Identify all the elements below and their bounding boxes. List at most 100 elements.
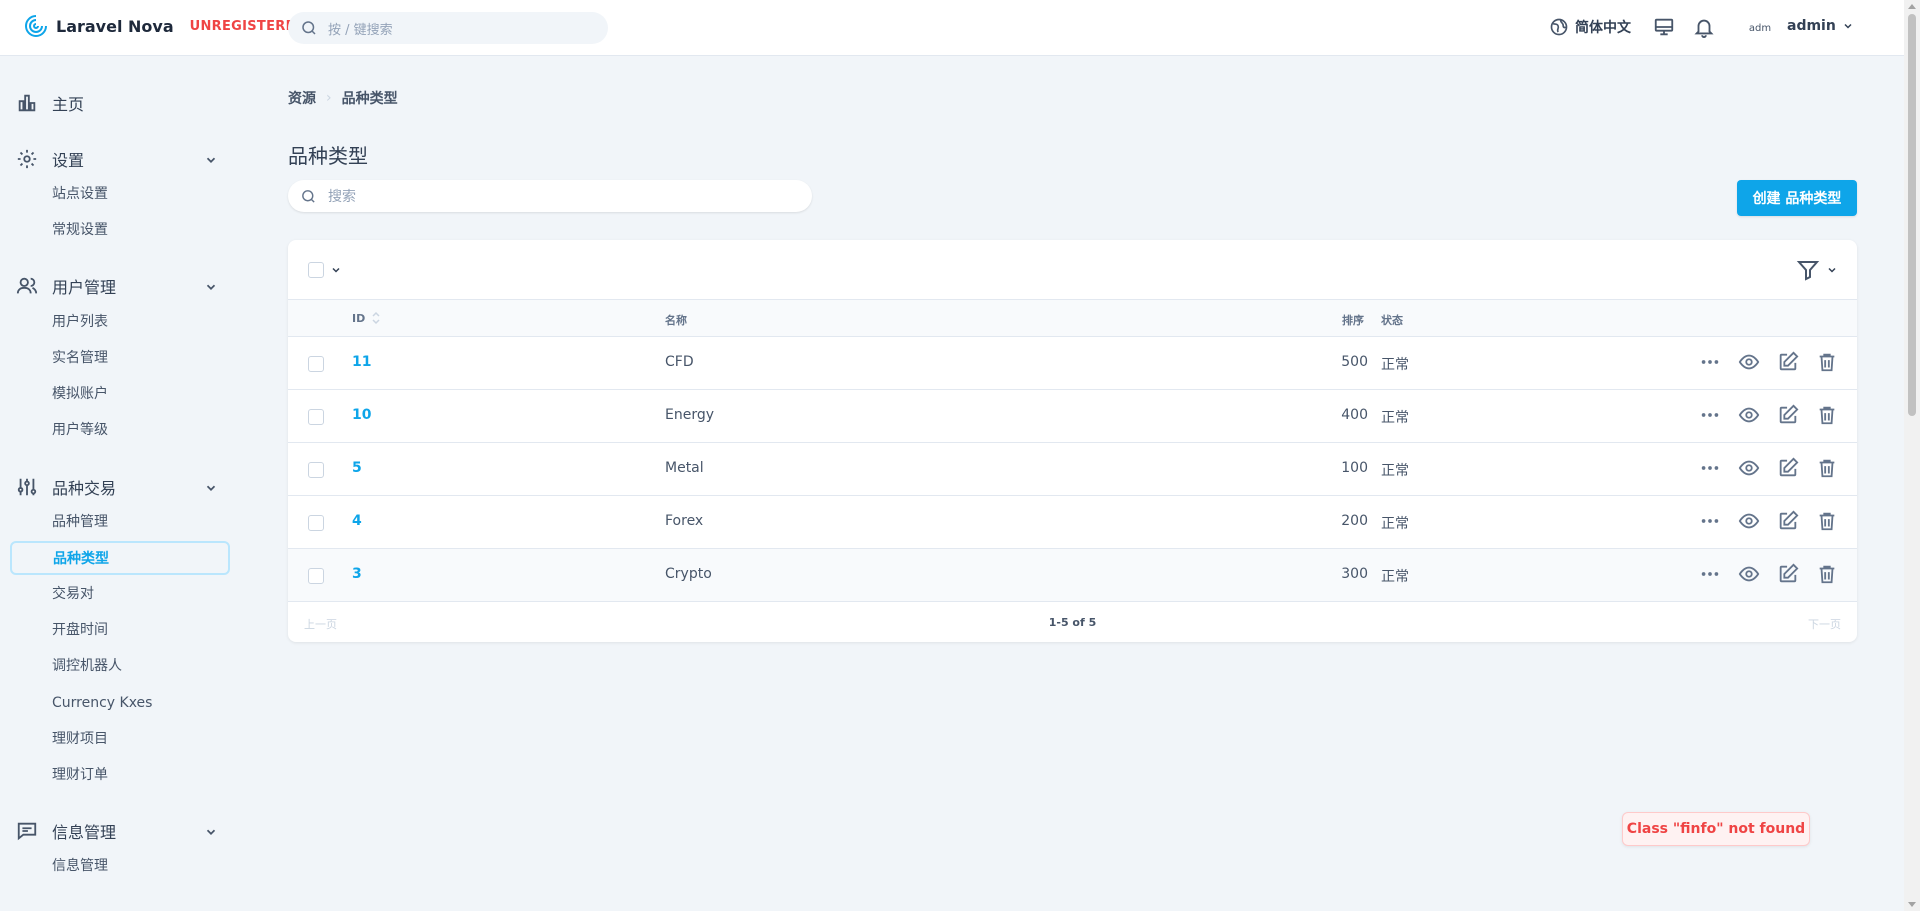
trash-icon[interactable] [1816,457,1838,479]
sidebar-item-demo-accounts[interactable]: 模拟账户 [52,384,108,404]
row-sort: 100 [1341,460,1368,476]
sidebar-item-finance-projects[interactable]: 理财项目 [52,729,108,749]
sidebar-group-messages[interactable]: 信息管理 [0,817,240,845]
row-id-link[interactable]: 4 [352,513,362,529]
users-icon [16,277,38,294]
select-all-checkbox[interactable] [308,262,324,278]
edit-icon[interactable] [1777,404,1799,426]
brand[interactable]: Laravel Nova UNREGISTERED [24,14,306,38]
sidebar-item-symbols[interactable]: 品种管理 [52,512,108,532]
trash-icon[interactable] [1816,563,1838,585]
chevron-down-icon[interactable] [330,264,342,276]
chevron-down-icon [206,485,216,491]
gear-icon [17,149,37,169]
next-page-button[interactable]: 下一页 [1808,616,1841,632]
resource-search-input[interactable]: 搜索 [288,180,812,212]
filter-icon[interactable] [1796,258,1820,282]
sidebar-item-symbol-types[interactable]: 品种类型 [10,541,230,575]
desktop-icon[interactable] [1653,16,1675,38]
row-name: Energy [665,407,715,423]
sidebar-item-messages[interactable]: 信息管理 [52,856,108,876]
sidebar-item-general-settings[interactable]: 常规设置 [52,220,108,240]
bell-icon[interactable] [1693,16,1715,38]
scrollbar-thumb[interactable] [1908,14,1916,416]
eye-icon[interactable] [1738,563,1760,585]
table-row: 11 CFD 500 正常 [288,337,1857,390]
chevron-down-icon[interactable] [1826,264,1838,276]
more-icon[interactable] [1699,457,1721,479]
sort-icon[interactable] [370,310,382,326]
avatar[interactable]: adm [1744,12,1776,44]
row-status: 正常 [1381,410,1409,426]
row-id-link[interactable]: 3 [352,566,362,582]
sidebar-item-user-levels[interactable]: 用户等级 [52,420,108,440]
sidebar-item-robots[interactable]: 调控机器人 [52,656,122,676]
row-status: 正常 [1381,357,1409,373]
sidebar-item-site-settings[interactable]: 站点设置 [52,184,108,204]
sidebar-group-settings[interactable]: 设置 [0,145,240,173]
sidebar-item-realname[interactable]: 实名管理 [52,348,108,368]
table-row: 5 Metal 100 正常 [288,443,1857,496]
breadcrumb-current: 品种类型 [341,91,398,107]
sidebar-item-pairs[interactable]: 交易对 [52,584,94,604]
edit-icon[interactable] [1777,563,1799,585]
row-status: 正常 [1381,569,1409,585]
globe-icon [1550,18,1568,36]
row-id-link[interactable]: 10 [352,407,371,423]
sidebar-group-home[interactable]: 主页 [0,89,240,117]
row-id-link[interactable]: 5 [352,460,362,476]
edit-icon[interactable] [1777,457,1799,479]
row-checkbox[interactable] [308,568,324,584]
sidebar-group-users[interactable]: 用户管理 [0,272,240,300]
eye-icon[interactable] [1738,351,1760,373]
user-menu[interactable]: admin [1787,18,1854,34]
eye-icon[interactable] [1738,510,1760,532]
more-icon[interactable] [1699,351,1721,373]
brand-name: Laravel Nova [56,16,174,36]
row-checkbox[interactable] [308,409,324,425]
table-toolbar [288,240,1857,300]
eye-icon[interactable] [1738,457,1760,479]
error-toast[interactable]: Class "finfo" not found [1622,812,1810,846]
chat-icon [17,822,37,841]
chevron-down-icon [206,829,216,835]
row-name: Metal [665,460,704,476]
global-search-input[interactable]: 按 / 键搜索 [288,12,608,44]
row-checkbox[interactable] [308,356,324,372]
page-scrollbar[interactable] [1904,0,1920,911]
row-sort: 500 [1341,354,1368,370]
row-id-link[interactable]: 11 [352,354,371,370]
scroll-down-icon[interactable] [1908,902,1916,907]
row-status: 正常 [1381,516,1409,532]
sidebar-item-finance-orders[interactable]: 理财订单 [52,765,108,785]
nova-logo-icon [25,15,47,37]
more-icon[interactable] [1699,563,1721,585]
column-status: 状态 [1381,314,1403,327]
sidebar-item-user-list[interactable]: 用户列表 [52,312,108,332]
edit-icon[interactable] [1777,510,1799,532]
sidebar-item-currency-kxes[interactable]: Currency Kxes [52,693,152,713]
more-icon[interactable] [1699,404,1721,426]
language-switcher[interactable]: 简体中文 [1549,17,1631,37]
sidebar-item-open-hours[interactable]: 开盘时间 [52,620,108,640]
language-label: 简体中文 [1575,20,1631,36]
column-id[interactable]: ID [352,312,365,325]
row-checkbox[interactable] [308,462,324,478]
trash-icon[interactable] [1816,510,1838,532]
row-name: Crypto [665,566,712,582]
scroll-up-icon[interactable] [1908,4,1916,9]
global-search-placeholder: 按 / 键搜索 [328,22,393,38]
pagination-info: 1-5 of 5 [1048,616,1097,629]
trash-icon[interactable] [1816,404,1838,426]
sidebar-group-trading[interactable]: 品种交易 [0,473,240,501]
table-row: 3 Crypto 300 正常 [288,549,1857,602]
create-button[interactable]: 创建 品种类型 [1737,180,1857,216]
row-checkbox[interactable] [308,515,324,531]
table-row: 4 Forex 200 正常 [288,496,1857,549]
chevron-down-icon [206,157,216,163]
eye-icon[interactable] [1738,404,1760,426]
more-icon[interactable] [1699,510,1721,532]
breadcrumb-resources[interactable]: 资源 [288,88,316,108]
trash-icon[interactable] [1816,351,1838,373]
edit-icon[interactable] [1777,351,1799,373]
